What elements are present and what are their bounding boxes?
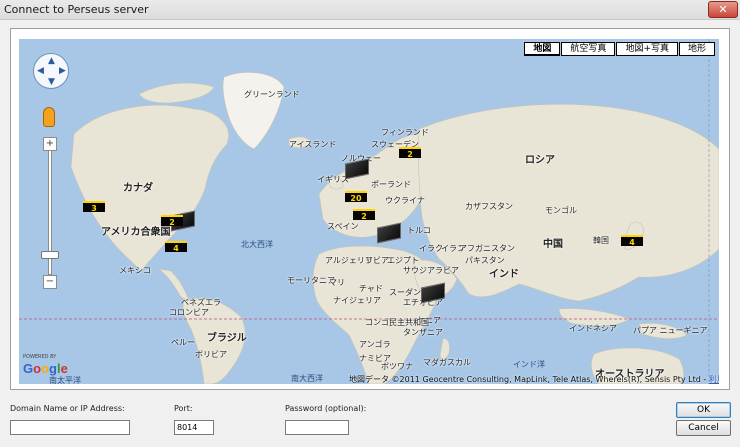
terms-link[interactable]: 利用規約 — [709, 375, 719, 384]
map-copyright: 地図データ ©2011 Geocentre Consulting, MapLin… — [349, 374, 719, 384]
label-poland: ポーランド — [371, 180, 411, 189]
domain-input[interactable] — [10, 420, 130, 435]
label-mauritania: モーリタニア — [287, 276, 335, 285]
label-mali: マリ — [329, 278, 345, 287]
label-kazakhstan: カザフスタン — [465, 202, 513, 211]
label-botswana: ボツワナ — [381, 362, 413, 371]
label-finland: フィンランド — [381, 128, 429, 137]
server-count-badge: 2 — [353, 209, 375, 221]
label-iraq: イラク — [419, 244, 443, 253]
port-label: Port: — [174, 404, 193, 413]
label-india: インド — [489, 269, 519, 280]
map-type-satellite[interactable]: 航空写真 — [561, 42, 616, 56]
label-canada: カナダ — [123, 183, 153, 194]
label-north-atlantic: 北大西洋 — [241, 240, 273, 249]
map-type-map[interactable]: 地図 — [524, 42, 561, 56]
map-type-bar: 地図 航空写真 地図+写真 地形 — [523, 42, 715, 56]
world-map[interactable]: 地図 航空写真 地図+写真 地形 ▲ ▼ ◀ ▶ + − グリーンランド アイス… — [19, 39, 719, 384]
server-marker-unlabeled[interactable] — [421, 282, 449, 307]
label-nigeria: ナイジェリア — [333, 296, 381, 305]
google-logo: Google — [23, 361, 68, 376]
label-peru: ペルー — [171, 338, 195, 347]
pan-left-icon[interactable]: ◀ — [37, 67, 44, 76]
pan-right-icon[interactable]: ▶ — [59, 67, 66, 76]
label-south-atlantic: 南大西洋 — [291, 374, 323, 383]
pegman-icon[interactable] — [43, 107, 55, 127]
label-turkey: トルコ — [407, 226, 431, 235]
label-mexico: メキシコ — [119, 266, 151, 275]
server-count-badge: 4 — [165, 241, 187, 253]
zoom-out-button[interactable]: − — [43, 275, 57, 289]
map-type-hybrid[interactable]: 地図+写真 — [616, 42, 678, 56]
pan-down-icon[interactable]: ▼ — [48, 78, 55, 87]
server-marker-unlabeled[interactable] — [377, 222, 405, 247]
zoom-handle[interactable] — [41, 251, 59, 259]
server-count-badge: 4 — [621, 235, 643, 247]
label-afghanistan: アフガニスタン — [459, 244, 515, 253]
server-marker[interactable]: 4 — [619, 229, 647, 251]
server-count-badge: 2 — [399, 147, 421, 159]
ok-button[interactable]: OK — [676, 402, 731, 418]
label-south-pacific: 南太平洋 — [49, 376, 81, 384]
server-count-badge: 3 — [83, 201, 105, 213]
label-korea: 韓国 — [593, 236, 609, 245]
password-label: Password (optional): — [285, 404, 367, 413]
label-iceland: アイスランド — [289, 140, 337, 149]
label-madagascar: マダガスカル — [423, 358, 471, 367]
label-greenland: グリーンランド — [244, 90, 300, 99]
close-button[interactable]: ✕ — [708, 1, 738, 18]
title-bar: Connect to Perseus server ✕ — [0, 0, 740, 20]
label-libya: リビア — [365, 256, 389, 265]
map-frame: 地図 航空写真 地図+写真 地形 ▲ ▼ ◀ ▶ + − グリーンランド アイス… — [10, 28, 730, 390]
label-ukraine: ウクライナ — [385, 196, 425, 205]
server-count-badge: 2 — [161, 215, 183, 227]
pan-control[interactable]: ▲ ▼ ◀ ▶ — [33, 53, 69, 89]
label-indonesia: インドネシア — [569, 324, 617, 333]
server-marker[interactable]: 4 — [163, 235, 191, 257]
label-colombia: コロンビア — [169, 308, 209, 317]
server-marker[interactable]: 2 — [397, 141, 425, 163]
label-indian-ocean: インド洋 — [513, 360, 545, 369]
password-input[interactable] — [285, 420, 349, 435]
label-china: 中国 — [543, 239, 563, 250]
powered-by-text: POWERED BY — [23, 354, 57, 360]
domain-label: Domain Name or IP Address: — [10, 404, 125, 413]
pan-up-icon[interactable]: ▲ — [48, 57, 55, 66]
label-bolivia: ボリビア — [195, 350, 227, 359]
port-input[interactable]: 8014 — [174, 420, 214, 435]
label-mongolia: モンゴル — [545, 206, 577, 215]
cancel-button[interactable]: Cancel — [676, 420, 731, 436]
server-count-badge: 20 — [345, 191, 367, 203]
label-chad: チャド — [359, 284, 383, 293]
label-saudi: サウジアラビア — [403, 266, 459, 275]
label-brazil: ブラジル — [207, 333, 247, 344]
zoom-in-button[interactable]: + — [43, 137, 57, 151]
window-title: Connect to Perseus server — [4, 3, 149, 16]
label-papua: パプア ニューギニア — [633, 326, 708, 335]
server-marker[interactable]: 2 — [351, 203, 379, 225]
label-russia: ロシア — [525, 155, 555, 166]
server-marker[interactable]: 3 — [81, 195, 109, 217]
label-angola: アンゴラ — [359, 340, 391, 349]
map-type-terrain[interactable]: 地形 — [678, 42, 715, 56]
server-marker[interactable]: 2 — [159, 209, 195, 232]
label-tanzania: タンザニア — [403, 328, 443, 337]
